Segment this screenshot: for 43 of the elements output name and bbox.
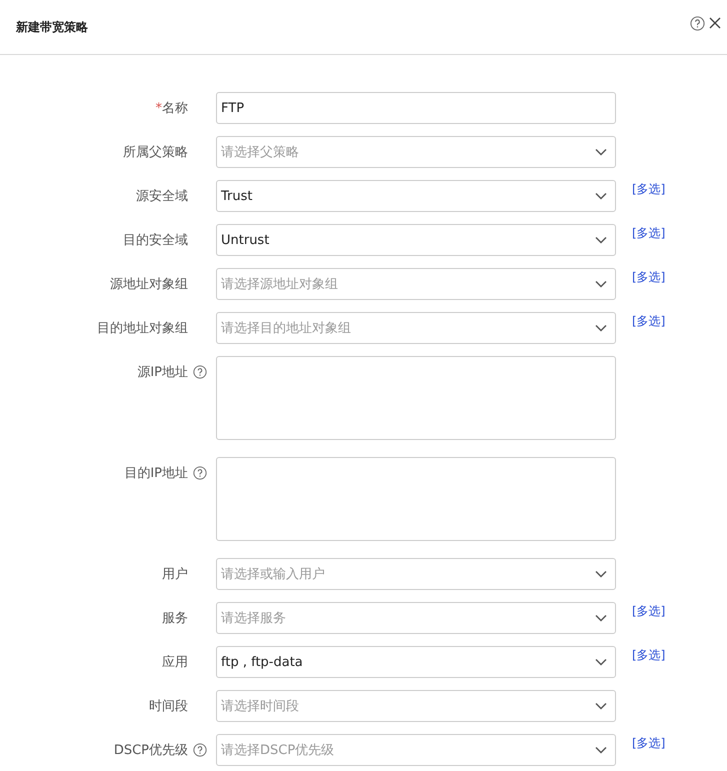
select-field[interactable]: Untrust: [216, 224, 616, 256]
chevron-down-icon: [595, 746, 607, 754]
field-label: DSCP优先级: [114, 742, 188, 759]
field-label: 源地址对象组: [110, 276, 188, 293]
field-label: 应用: [162, 654, 188, 671]
help-icon[interactable]: [690, 16, 705, 30]
chevron-down-icon: [595, 236, 607, 244]
textarea-field[interactable]: [216, 457, 616, 541]
chevron-down-icon: [595, 324, 607, 332]
field-label: 目的IP地址: [124, 465, 188, 482]
chevron-down-icon: [595, 702, 607, 710]
field-label: 源安全域: [136, 188, 188, 205]
multi-select-link[interactable]: [多选]: [632, 225, 666, 242]
help-icon[interactable]: [193, 466, 207, 480]
chevron-down-icon: [595, 658, 607, 666]
text-input[interactable]: FTP: [216, 92, 616, 124]
multi-select-link[interactable]: [多选]: [632, 647, 666, 664]
multi-select-link[interactable]: [多选]: [632, 269, 666, 286]
field-label: 目的安全域: [123, 232, 188, 249]
dialog-title: 新建带宽策略: [16, 18, 89, 36]
field-label: 用户: [162, 566, 188, 583]
field-label: 目的地址对象组: [97, 320, 188, 337]
chevron-down-icon: [595, 570, 607, 578]
field-label: 所属父策略: [123, 144, 188, 161]
multi-select-link[interactable]: [多选]: [632, 603, 666, 620]
help-icon[interactable]: [193, 365, 207, 379]
field-label: 源IP地址: [137, 364, 188, 381]
multi-select-link[interactable]: [多选]: [632, 735, 666, 752]
chevron-down-icon: [595, 148, 607, 156]
multi-select-link[interactable]: [多选]: [632, 181, 666, 198]
select-field[interactable]: ftp , ftp-data: [216, 646, 616, 678]
field-label: 服务: [162, 610, 188, 627]
chevron-down-icon: [595, 192, 607, 200]
select-field[interactable]: Trust: [216, 180, 616, 212]
textarea-field[interactable]: [216, 356, 616, 440]
field-label: 时间段: [149, 698, 188, 715]
multi-select-link[interactable]: [多选]: [632, 313, 666, 330]
chevron-down-icon: [595, 614, 607, 622]
required-mark: *: [156, 100, 162, 116]
field-label: 名称: [162, 100, 188, 117]
close-icon[interactable]: [709, 17, 721, 29]
help-icon[interactable]: [193, 743, 207, 757]
chevron-down-icon: [595, 280, 607, 288]
